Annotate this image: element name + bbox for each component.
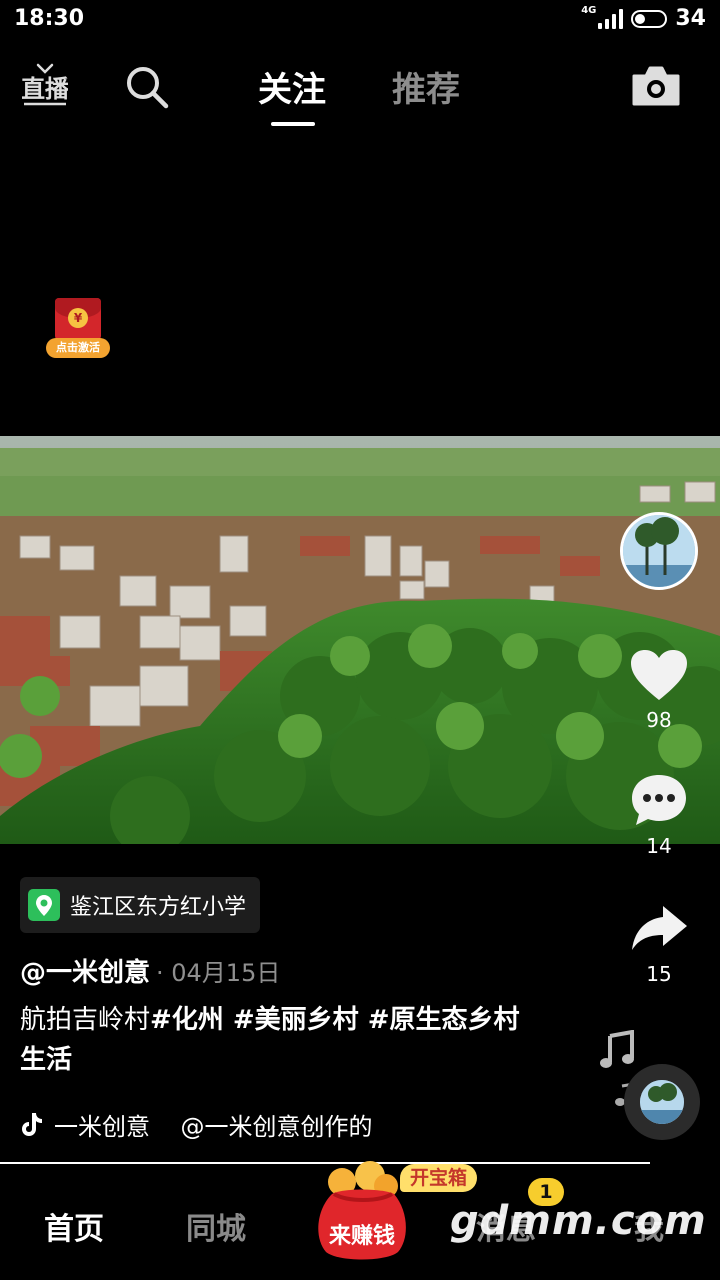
nav-home[interactable]: 首页 xyxy=(44,1204,104,1248)
red-packet-button[interactable]: ¥ 点击激活 xyxy=(46,296,112,362)
watermark: gdmm.com xyxy=(450,1198,707,1244)
post-caption: 航拍吉岭村#化州 #美丽乡村 #原生态乡村生活 xyxy=(20,1000,540,1080)
music-disc[interactable] xyxy=(624,1064,700,1140)
author-name[interactable]: @一米创意 xyxy=(20,952,150,989)
music-info[interactable]: 一米创意 @一米创意创作的 xyxy=(20,1106,382,1142)
top-nav: 直播 关注 推荐 xyxy=(0,56,720,136)
comment-icon xyxy=(632,775,686,825)
music-note-icon xyxy=(600,1030,634,1068)
bottom-nav: 首页 同城 来赚钱 开宝箱 消息 1 我 gdmm.com xyxy=(0,1161,720,1280)
like-button[interactable]: 98 xyxy=(620,648,698,732)
author-line: @一米创意 · 04月15日 xyxy=(20,952,280,989)
avatar-image xyxy=(623,515,695,587)
live-broadcast-icon[interactable]: 直播 xyxy=(22,62,68,108)
earn-money-label[interactable]: 来赚钱 xyxy=(320,1218,404,1250)
treasure-chest-badge[interactable]: 开宝箱 xyxy=(400,1164,478,1192)
tab-following[interactable]: 关注 xyxy=(258,62,326,111)
status-time: 18:30 xyxy=(14,6,85,31)
share-arrow-icon xyxy=(632,906,687,950)
music-cover xyxy=(640,1080,684,1124)
battery-level: 34 xyxy=(675,6,706,31)
svg-text:直播: 直播 xyxy=(22,75,68,103)
location-pin-icon xyxy=(28,889,60,921)
location-chip[interactable]: 鉴江区东方红小学 xyxy=(20,877,261,933)
status-bar: 18:30 4G 34 xyxy=(0,0,720,40)
signal-icon xyxy=(598,8,624,29)
like-count: 98 xyxy=(646,708,672,732)
tiktok-note-icon xyxy=(22,1113,42,1136)
location-name: 鉴江区东方红小学 xyxy=(70,895,247,920)
author-avatar[interactable] xyxy=(620,512,698,590)
music-title: 一米创意 @一米创意创作的 xyxy=(54,1112,373,1141)
battery-fill xyxy=(635,13,645,24)
tab-recommend[interactable]: 推荐 xyxy=(392,62,460,111)
network-label: 4G xyxy=(581,5,597,16)
heart-icon xyxy=(631,650,687,700)
active-tab-indicator xyxy=(271,122,315,126)
nav-city[interactable]: 同城 xyxy=(186,1204,246,1248)
post-date: · 04月15日 xyxy=(156,959,281,987)
comment-count: 14 xyxy=(646,834,672,858)
comment-button[interactable]: 14 xyxy=(620,772,698,858)
camera-icon[interactable] xyxy=(630,64,682,108)
status-indicators: 4G 34 xyxy=(575,5,706,31)
share-button[interactable]: 15 xyxy=(620,902,698,986)
yuan-coin-icon: ¥ xyxy=(68,308,88,328)
search-icon[interactable] xyxy=(124,64,170,110)
battery-icon xyxy=(631,9,668,28)
caption-text: 航拍吉岭村 xyxy=(20,1005,151,1035)
video-player[interactable] xyxy=(0,436,720,844)
red-packet-label: 点击激活 xyxy=(46,338,110,358)
music-cover-image xyxy=(640,1080,684,1124)
share-count: 15 xyxy=(646,962,672,986)
